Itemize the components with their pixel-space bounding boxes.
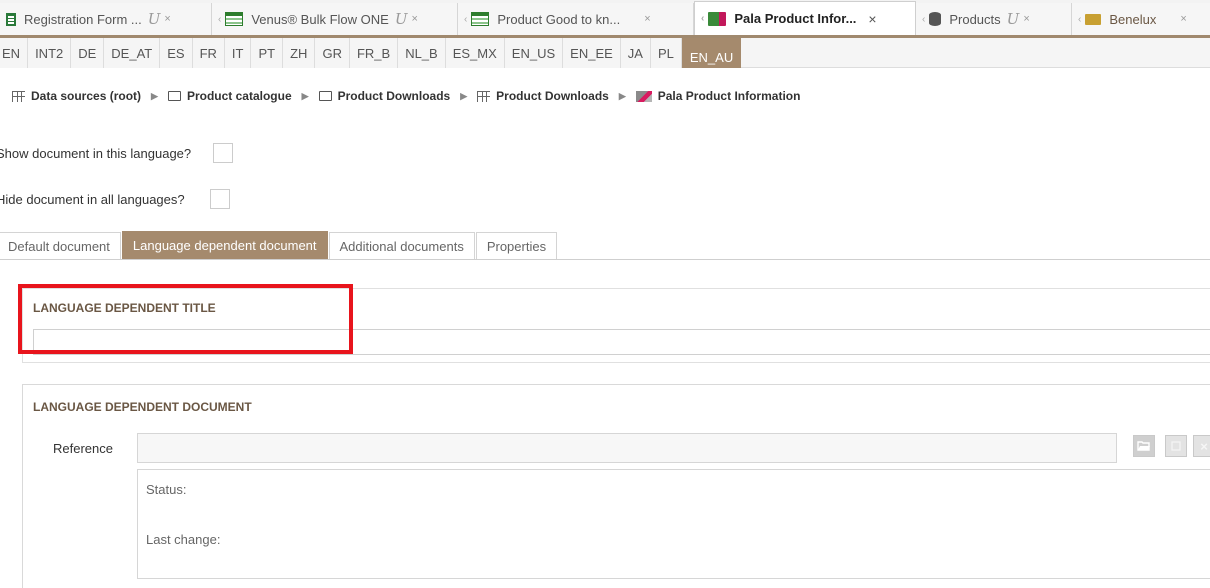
- lang-tab-fr-b[interactable]: FR_B: [349, 38, 399, 68]
- tab-registration-form[interactable]: Registration Form ... U ×: [0, 3, 212, 35]
- lang-tab-de-at[interactable]: DE_AT: [104, 38, 161, 68]
- chevron-right-icon: ▶: [460, 90, 468, 101]
- grid-icon: [471, 12, 490, 26]
- chevron-left-icon: ‹: [922, 13, 926, 25]
- reference-label: Reference: [53, 441, 113, 456]
- title-panel-heading: LANGUAGE DEPENDENT TITLE: [33, 301, 216, 315]
- lang-tab-nl-b[interactable]: NL_B: [398, 38, 446, 68]
- tab-benelux[interactable]: ‹ Benelux ×: [1072, 3, 1210, 35]
- close-icon[interactable]: ×: [868, 11, 876, 27]
- show-document-checkbox[interactable]: [213, 143, 234, 163]
- reference-input[interactable]: [137, 433, 1117, 463]
- clear-button[interactable]: [1165, 435, 1187, 457]
- close-icon[interactable]: ×: [644, 13, 650, 25]
- breadcrumb-label: Product Downloads: [337, 89, 451, 103]
- lang-tab-pt[interactable]: PT: [251, 38, 284, 68]
- language-dependent-title-panel: LANGUAGE DEPENDENT TITLE: [22, 288, 1210, 363]
- chevron-right-icon: ▶: [151, 90, 158, 101]
- document-icon: [6, 12, 16, 26]
- tab-products[interactable]: ‹ Products U ×: [916, 3, 1072, 35]
- lang-tab-gr[interactable]: GR: [315, 38, 350, 68]
- chevron-left-icon: ‹: [218, 13, 222, 25]
- chevron-left-icon: ‹: [701, 13, 705, 24]
- grid-icon: [225, 12, 244, 26]
- chevron-left-icon: ‹: [464, 13, 468, 25]
- lang-tab-fr[interactable]: FR: [192, 38, 225, 68]
- breadcrumb: Data sources (root) ▶ Product catalogue …: [0, 80, 800, 112]
- tab-label: Registration Form ...: [24, 11, 142, 27]
- breadcrumb-label: Data sources (root): [31, 89, 142, 103]
- lang-tab-ja[interactable]: JA: [620, 38, 651, 68]
- lang-tab-es[interactable]: ES: [160, 38, 193, 68]
- tab-pala-product-information[interactable]: ‹ Pala Product Infor... ×: [694, 1, 916, 35]
- language-dependent-document-panel: LANGUAGE DEPENDENT DOCUMENT Reference × …: [22, 384, 1210, 588]
- document-info-box: Status: Last change:: [137, 469, 1210, 579]
- tab-language-dependent-document[interactable]: Language dependent document: [121, 231, 328, 259]
- folder-icon: [1085, 13, 1102, 25]
- document-panel-heading: LANGUAGE DEPENDENT DOCUMENT: [33, 400, 252, 414]
- lang-tab-en-au[interactable]: EN_AU: [681, 38, 742, 68]
- tab-product-good-to-know[interactable]: ‹ Product Good to kn... ×: [458, 3, 694, 35]
- folder-icon: [318, 91, 332, 101]
- chevron-left-icon: ‹: [1078, 13, 1082, 25]
- hide-document-row: Hide document in all languages?: [0, 187, 230, 211]
- breadcrumb-item-data-sources[interactable]: Data sources (root): [12, 89, 141, 103]
- folder-icon: [167, 91, 181, 101]
- breadcrumb-label: Product Downloads: [496, 89, 609, 103]
- lang-tab-zh[interactable]: ZH: [283, 38, 316, 68]
- tab-label: Product Good to kn...: [497, 11, 621, 27]
- close-icon[interactable]: ×: [164, 13, 170, 25]
- folder-open-icon: [1137, 441, 1150, 451]
- lang-tab-pl[interactable]: PL: [650, 38, 682, 68]
- pala-icon: [708, 11, 727, 26]
- browse-button[interactable]: [1133, 435, 1155, 457]
- breadcrumb-item-product-downloads-folder[interactable]: Product Downloads: [318, 89, 451, 103]
- tab-label: Venus® Bulk Flow ONE: [251, 11, 389, 27]
- tab-label: Pala Product Infor...: [734, 11, 857, 26]
- status-label: Status:: [146, 482, 187, 497]
- chevron-right-icon: ▶: [301, 90, 309, 101]
- breadcrumb-item-product-downloads-table[interactable]: Product Downloads: [477, 89, 609, 103]
- lang-tab-en-us[interactable]: EN_US: [504, 38, 564, 68]
- pin-icon[interactable]: U: [1007, 10, 1020, 28]
- lang-tab-it[interactable]: IT: [224, 38, 252, 68]
- hide-document-label: Hide document in all languages?: [0, 191, 185, 207]
- lang-tab-es-mx[interactable]: ES_MX: [445, 38, 505, 68]
- show-document-label: Show document in this language?: [0, 145, 192, 161]
- database-icon: [929, 12, 942, 26]
- breadcrumb-item-product-catalogue[interactable]: Product catalogue: [167, 89, 292, 103]
- lang-tab-de[interactable]: DE: [71, 38, 105, 68]
- pin-icon[interactable]: U: [395, 10, 408, 28]
- table-icon: [477, 90, 491, 102]
- breadcrumb-label: Pala Product Information: [657, 89, 801, 103]
- close-icon: ×: [1200, 438, 1208, 454]
- clear-icon: [1171, 441, 1181, 451]
- lang-tab-en[interactable]: EN: [0, 38, 29, 68]
- show-document-row: Show document in this language?: [0, 141, 234, 165]
- close-icon[interactable]: ×: [1023, 13, 1029, 25]
- tab-label: Products: [949, 11, 1001, 27]
- tab-properties[interactable]: Properties: [475, 232, 558, 259]
- tab-venus-bulk-flow[interactable]: ‹ Venus® Bulk Flow ONE U ×: [212, 3, 458, 35]
- table-icon: [12, 90, 25, 102]
- editor-tab-bar: Registration Form ... U × ‹ Venus® Bulk …: [0, 0, 1210, 38]
- close-icon[interactable]: ×: [1180, 13, 1186, 25]
- language-tab-bar: EN INT2 DE DE_AT ES FR IT PT ZH GR FR_B …: [0, 38, 1210, 68]
- breadcrumb-item-pala-product-information[interactable]: Pala Product Information: [635, 89, 801, 103]
- last-change-label: Last change:: [146, 532, 221, 547]
- language-dependent-title-input[interactable]: [33, 329, 1210, 355]
- breadcrumb-label: Product catalogue: [186, 89, 292, 103]
- document-tab-bar: Default document Language dependent docu…: [0, 231, 1210, 260]
- lang-tab-en-ee[interactable]: EN_EE: [563, 38, 621, 68]
- hide-document-checkbox[interactable]: [209, 189, 230, 209]
- pala-icon: [635, 90, 652, 102]
- close-icon[interactable]: ×: [411, 13, 417, 25]
- tab-additional-documents[interactable]: Additional documents: [328, 232, 475, 259]
- tab-default-document[interactable]: Default document: [0, 232, 121, 259]
- remove-button[interactable]: ×: [1193, 435, 1210, 457]
- tab-label: Benelux: [1109, 11, 1157, 27]
- pin-icon[interactable]: U: [148, 10, 161, 28]
- lang-tab-int2[interactable]: INT2: [28, 38, 72, 68]
- chevron-right-icon: ▶: [618, 90, 626, 101]
